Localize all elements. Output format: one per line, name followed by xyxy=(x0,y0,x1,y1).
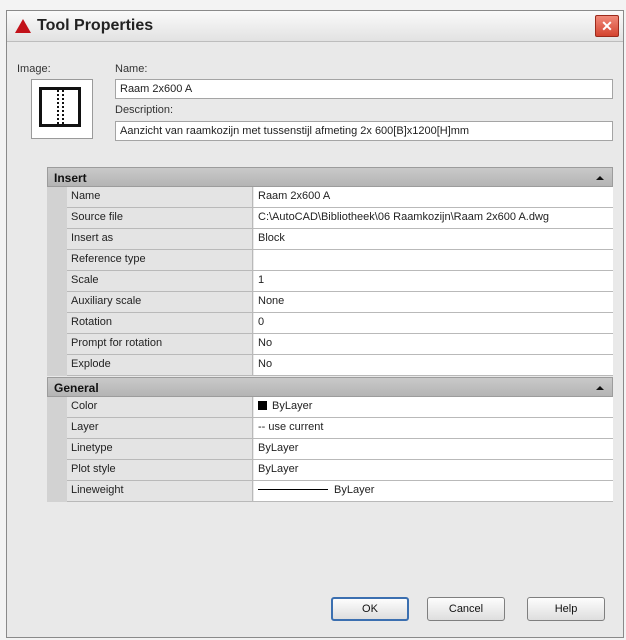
property-key: Name xyxy=(67,187,253,207)
property-key: Layer xyxy=(67,418,253,438)
general-section-header[interactable]: General xyxy=(47,377,613,397)
property-row[interactable]: Linetype ByLayer xyxy=(67,439,613,460)
property-row[interactable]: Insert as Block xyxy=(67,229,613,250)
property-row[interactable]: Plot style ByLayer xyxy=(67,460,613,481)
image-label: Image: xyxy=(17,63,51,75)
ok-button[interactable]: OK xyxy=(331,597,409,621)
property-row[interactable]: Layer -- use current xyxy=(67,418,613,439)
property-value[interactable]: C:\AutoCAD\Bibliotheek\06 Raamkozijn\Raa… xyxy=(254,208,613,228)
property-value-text: No xyxy=(258,358,273,370)
property-value-text: 0 xyxy=(258,316,265,328)
lineweight-sample-icon xyxy=(258,489,328,490)
property-value-text: No xyxy=(258,337,273,349)
property-value-text: C:\AutoCAD\Bibliotheek\06 Raamkozijn\Raa… xyxy=(258,211,550,223)
property-key: Prompt for rotation xyxy=(67,334,253,354)
property-value-text: ByLayer xyxy=(258,463,299,475)
collapse-arrow-icon[interactable] xyxy=(596,386,604,390)
color-swatch-icon xyxy=(258,401,267,410)
property-value[interactable]: 0 xyxy=(254,313,613,333)
property-value[interactable]: ByLayer xyxy=(254,397,613,417)
property-key: Reference type xyxy=(67,250,253,270)
properties-panel: Insert General Name Raam 2x600 A Source fi… xyxy=(47,167,613,529)
property-value-text: 1 xyxy=(258,274,265,286)
property-value[interactable]: ByLayer xyxy=(254,460,613,480)
description-label: Description: xyxy=(115,104,174,116)
property-key: Source file xyxy=(67,208,253,228)
dialog-title: Tool Properties xyxy=(37,17,154,34)
property-value[interactable]: 1 xyxy=(254,271,613,291)
property-row[interactable]: Name Raam 2x600 A xyxy=(67,187,613,208)
property-value[interactable]: ByLayer xyxy=(254,439,613,459)
property-row[interactable]: Color ByLayer xyxy=(67,397,613,418)
property-row[interactable]: Scale 1 xyxy=(67,271,613,292)
property-value-text: -- use current xyxy=(258,421,324,433)
property-value-text: ByLayer xyxy=(272,400,313,412)
property-row[interactable]: Lineweight ByLayer xyxy=(67,481,613,502)
property-value[interactable] xyxy=(254,250,613,270)
insert-section-title: Insert xyxy=(54,171,87,185)
property-row[interactable]: Rotation 0 xyxy=(67,313,613,334)
property-value[interactable]: -- use current xyxy=(254,418,613,438)
property-row[interactable]: Source file C:\AutoCAD\Bibliotheek\06 Raa… xyxy=(67,208,613,229)
property-key: Scale xyxy=(67,271,253,291)
property-row[interactable]: Auxiliary scale None xyxy=(67,292,613,313)
property-key: Plot style xyxy=(67,460,253,480)
property-row[interactable]: Explode No xyxy=(67,355,613,376)
property-value-text: ByLayer xyxy=(258,442,299,454)
property-value[interactable]: Block xyxy=(254,229,613,249)
name-label: Name: xyxy=(115,63,148,75)
property-key: Lineweight xyxy=(67,481,253,501)
property-value-text: Block xyxy=(258,232,285,244)
property-key: Explode xyxy=(67,355,253,375)
property-value[interactable]: ByLayer xyxy=(254,481,613,501)
title-bar[interactable]: Tool Properties ✕ xyxy=(7,11,623,42)
description-input[interactable]: Aanzicht van raamkozijn met tussenstijl … xyxy=(115,121,613,141)
property-key: Color xyxy=(67,397,253,417)
property-value-text: ByLayer xyxy=(334,484,375,496)
general-section-title: General xyxy=(54,381,99,395)
property-row[interactable]: Reference type xyxy=(67,250,613,271)
window-frame-icon xyxy=(39,87,81,127)
autocad-icon xyxy=(15,19,31,33)
close-button[interactable]: ✕ xyxy=(595,15,619,37)
property-value[interactable]: No xyxy=(254,334,613,354)
property-value-text: Raam 2x600 A xyxy=(258,190,331,202)
collapse-arrow-icon[interactable] xyxy=(596,176,604,180)
property-key: Rotation xyxy=(67,313,253,333)
property-key: Auxiliary scale xyxy=(67,292,253,312)
name-input[interactable]: Raam 2x600 A xyxy=(115,79,613,99)
insert-section-header[interactable]: Insert xyxy=(47,167,613,187)
cancel-button[interactable]: Cancel xyxy=(427,597,505,621)
tool-image[interactable] xyxy=(31,79,93,139)
property-value-text: None xyxy=(258,295,285,307)
property-row[interactable]: Prompt for rotation No xyxy=(67,334,613,355)
help-button[interactable]: Help xyxy=(527,597,605,621)
property-value[interactable]: Raam 2x600 A xyxy=(254,187,613,207)
property-key: Insert as xyxy=(67,229,253,249)
tool-properties-dialog: Tool Properties ✕ Image: Name: Raam 2x60… xyxy=(6,10,624,638)
property-key: Linetype xyxy=(67,439,253,459)
property-value[interactable]: None xyxy=(254,292,613,312)
property-value[interactable]: No xyxy=(254,355,613,375)
